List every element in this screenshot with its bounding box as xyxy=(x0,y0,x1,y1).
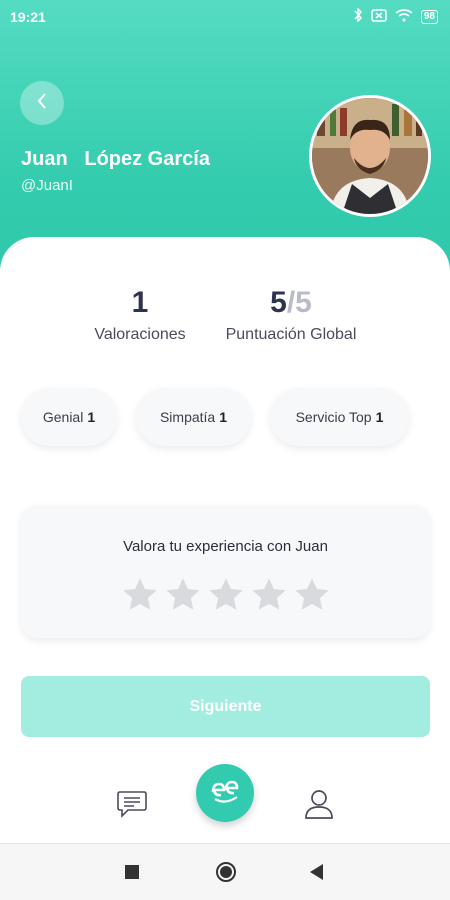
ratings-count: 1 xyxy=(131,286,149,319)
star-rating xyxy=(121,576,331,614)
nav-chat[interactable] xyxy=(114,788,150,824)
badge-label: Simpatía xyxy=(159,409,216,425)
score-separator: / xyxy=(286,286,296,319)
chevron-left-icon xyxy=(35,91,49,116)
badge-count: 1 xyxy=(375,409,384,425)
home-circle-icon[interactable] xyxy=(215,861,237,888)
star-icon[interactable] xyxy=(250,576,288,614)
score-value: 5 xyxy=(270,286,287,319)
next-button[interactable]: Siguiente xyxy=(21,676,430,737)
system-navigation-bar xyxy=(0,843,450,900)
badge-label: Genial xyxy=(42,409,84,425)
recent-apps-icon[interactable] xyxy=(125,865,139,884)
badge-chip-servicio-top[interactable]: Servicio Top 1 xyxy=(270,388,409,446)
ratings-stat: 1 Valoraciones xyxy=(85,286,195,344)
score-stat: 5/5 Puntuación Global xyxy=(215,286,367,344)
wifi-icon xyxy=(395,8,413,25)
score-max: 5 xyxy=(295,286,312,319)
rating-panel: Valora tu experiencia con Juan xyxy=(21,505,430,638)
bluetooth-icon xyxy=(353,7,363,25)
chat-icon xyxy=(116,789,148,824)
star-icon[interactable] xyxy=(207,576,245,614)
status-bar: 19:21 98 xyxy=(0,0,450,34)
home-logo-icon xyxy=(207,776,243,811)
home-fab-button[interactable] xyxy=(196,764,254,822)
badge-chip-genial[interactable]: Genial 1 xyxy=(21,388,117,446)
profile-name: Juan López García xyxy=(21,148,210,170)
badge-count: 1 xyxy=(87,409,96,425)
badge-label: Servicio Top xyxy=(295,409,372,425)
badge-chip-simpatia[interactable]: Simpatía 1 xyxy=(136,388,251,446)
battery-level: 98 xyxy=(420,9,438,24)
back-triangle-icon[interactable] xyxy=(310,864,324,885)
profile-icon xyxy=(304,788,334,825)
star-icon[interactable] xyxy=(164,576,202,614)
back-button[interactable] xyxy=(20,81,64,125)
battery-icon: 98 xyxy=(420,9,438,24)
sim-off-icon xyxy=(371,8,387,25)
ratings-label: Valoraciones xyxy=(94,326,186,343)
badge-count: 1 xyxy=(219,409,228,425)
avatar xyxy=(309,95,431,217)
star-icon[interactable] xyxy=(121,576,159,614)
score-label: Puntuación Global xyxy=(225,326,357,343)
profile-handle: @JuanI xyxy=(21,177,73,194)
rating-prompt: Valora tu experiencia con Juan xyxy=(123,538,328,555)
star-icon[interactable] xyxy=(293,576,331,614)
status-time: 19:21 xyxy=(10,9,46,25)
nav-profile[interactable] xyxy=(301,788,337,824)
